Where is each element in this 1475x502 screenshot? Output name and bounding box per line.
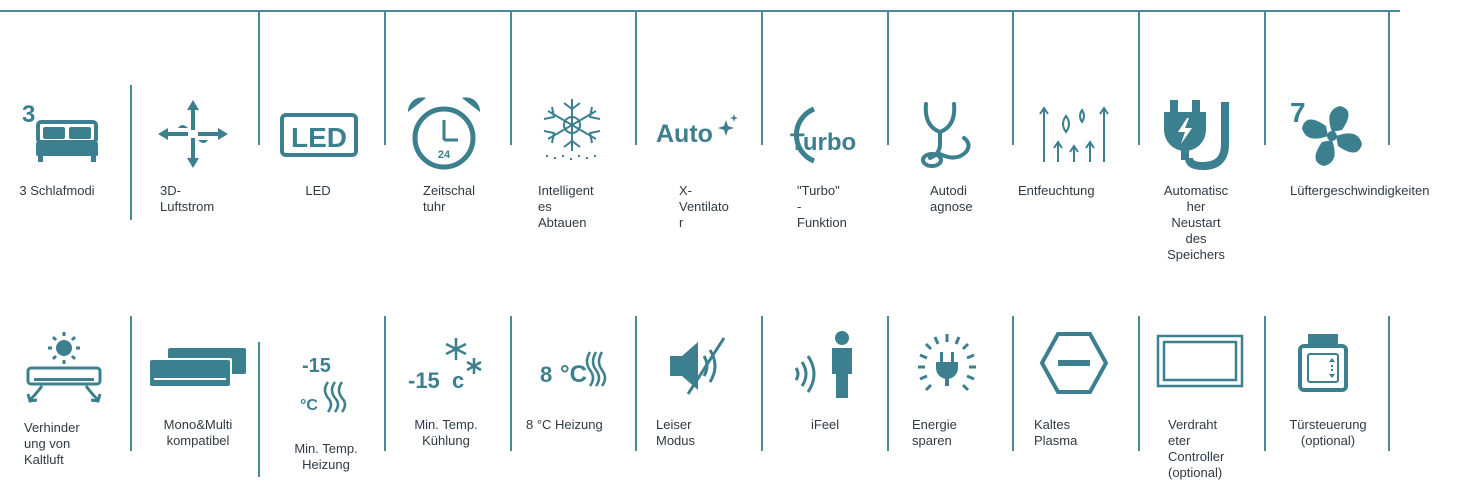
divider (887, 10, 889, 145)
divider (1138, 316, 1140, 451)
ifeel-icon (792, 330, 862, 400)
svg-text:c: c (452, 368, 464, 393)
divider (1012, 10, 1014, 145)
svg-text:Turbo: Turbo (790, 129, 856, 156)
svg-text:Auto: Auto (656, 120, 713, 148)
divider (761, 10, 763, 145)
feature-label-led: LED (305, 183, 331, 198)
feature-label-energy-saving: Energie sparen (912, 417, 957, 448)
fan-icon: 7 (1290, 96, 1370, 172)
feature-label-auto-restart: Automatisc her Neustart des Speichers (1163, 183, 1229, 262)
divider (1012, 316, 1014, 451)
divider (887, 316, 889, 451)
snowflake-icon (534, 95, 610, 165)
divider (1388, 10, 1390, 145)
led-icon: LED (280, 113, 360, 159)
divider (1138, 10, 1140, 145)
feature-label-3d-airflow: 3D- Luftstrom (160, 183, 215, 214)
feature-label-ifeel: iFeel (811, 417, 840, 432)
feature-label-min-temp-heating: Min. Temp. Heizung (294, 441, 358, 472)
divider (635, 10, 637, 145)
feature-label-x-fan: X- Ventilato r (679, 183, 729, 230)
feature-label-cold-plasma: Kaltes Plasma (1034, 417, 1078, 448)
feature-label-defrost: Intelligent es Abtauen (538, 183, 594, 230)
divider (258, 10, 260, 145)
anti-cold-air-icon (24, 330, 104, 410)
bed-icon: 3 (22, 98, 102, 168)
min-temp-heating-icon: -15 °C (298, 352, 358, 418)
feature-label-wired-controller: Verdraht eter Controller (optional) (1168, 417, 1225, 480)
divider (761, 316, 763, 451)
mute-icon (668, 336, 732, 396)
dehumidify-icon (1036, 98, 1116, 168)
airflow-3d-icon (156, 98, 231, 170)
divider (510, 10, 512, 145)
divider (384, 316, 386, 451)
feature-label-turbo: "Turbo" - Funktion (797, 183, 847, 230)
divider (635, 316, 637, 451)
feature-label-anti-cold-air: Verhinder ung von Kaltluft (24, 420, 80, 467)
top-divider (0, 10, 1400, 12)
feature-label-self-diagnosis: Autodi agnose (930, 183, 973, 214)
svg-text:24: 24 (438, 149, 451, 161)
door-control-icon (1296, 332, 1356, 394)
svg-text:8: 8 (540, 362, 552, 387)
divider (1264, 316, 1266, 451)
cold-plasma-icon (1039, 330, 1110, 396)
power-plug-icon (1160, 96, 1240, 171)
multi-split-icon (146, 346, 250, 390)
turbo-icon: Turbo (784, 103, 868, 164)
alarm-clock-icon: 24 (404, 94, 484, 174)
heating-8c-icon: 8 °C (538, 346, 608, 390)
svg-text:7: 7 (1290, 97, 1306, 128)
svg-text:-15: -15 (302, 355, 331, 377)
svg-text:-15: -15 (408, 368, 440, 393)
wired-controller-icon (1156, 334, 1246, 390)
stethoscope-icon (918, 100, 978, 170)
svg-text:LED: LED (291, 122, 347, 153)
auto-icon: Auto (656, 112, 740, 152)
divider (384, 10, 386, 145)
feature-label-min-temp-cooling: Min. Temp. Kühlung (414, 417, 478, 448)
energy-saving-icon (912, 330, 982, 400)
feature-label-quiet-mode: Leiser Modus (656, 417, 696, 448)
feature-label-8c-heating: 8 °C Heizung (526, 417, 603, 432)
svg-text:°C: °C (560, 361, 587, 388)
feature-label-mono-multi: Mono&Multi kompatibel (163, 417, 233, 448)
divider (1264, 10, 1266, 145)
divider (510, 316, 512, 451)
feature-label-dehumidify: Entfeuchtung (1018, 183, 1095, 198)
divider (1388, 316, 1390, 451)
svg-text:3: 3 (22, 101, 35, 128)
divider (130, 316, 132, 451)
feature-label-sleep-modes: 3 Schlafmodi (19, 183, 95, 198)
feature-label-timer: Zeitschal tuhr (423, 183, 476, 214)
feature-label-door-control: Türsteuerung (optional) (1289, 417, 1367, 448)
divider (130, 85, 132, 220)
feature-label-fan-speeds: Lüftergeschwindigkeiten (1290, 183, 1430, 198)
divider (258, 342, 260, 477)
svg-text:°C: °C (300, 397, 318, 414)
min-temp-cooling-icon: -15 c (406, 336, 486, 396)
